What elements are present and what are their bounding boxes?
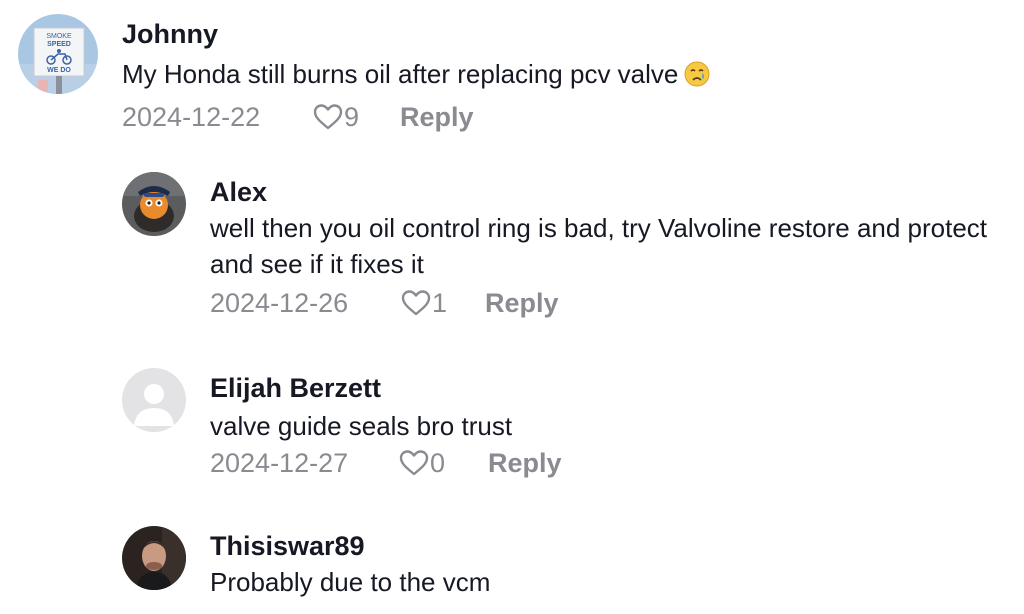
avatar[interactable] bbox=[122, 368, 186, 432]
user-photo-avatar-image bbox=[122, 526, 186, 590]
comment-author[interactable]: Thisiswar89 bbox=[210, 530, 490, 562]
comment-date: 2024-12-26 bbox=[210, 288, 349, 318]
sign-text-line2: SPEED bbox=[47, 41, 71, 48]
sign-text-line3: WE DO bbox=[47, 67, 71, 74]
comment-date: 2024-12-27 bbox=[210, 448, 349, 478]
comment-text: well then you oil control ring is bad, t… bbox=[210, 213, 988, 279]
sign-text-line1: SMOKE bbox=[46, 33, 72, 40]
default-user-avatar-icon bbox=[122, 368, 186, 432]
comment-meta: 2024-12-27 0 Reply bbox=[210, 446, 562, 480]
comment-body: Thisiswar89 Probably due to the vcm bbox=[210, 530, 490, 600]
smoke-speed-sign-avatar-image: SMOKE SPEED WE DO bbox=[18, 14, 98, 94]
comment-meta: 2024-12-26 1 Reply bbox=[210, 286, 1010, 320]
comment: Elijah Berzett valve guide seals bro tru… bbox=[122, 368, 562, 480]
comment: SMOKE SPEED WE DO Johnny My Honda still … bbox=[18, 14, 710, 134]
comment-text: My Honda still burns oil after replacing… bbox=[122, 59, 679, 89]
like-count: 0 bbox=[430, 448, 446, 478]
heart-icon bbox=[401, 290, 431, 316]
heart-icon bbox=[399, 450, 429, 476]
avatar[interactable]: SMOKE SPEED WE DO bbox=[18, 14, 98, 94]
comment-body: Elijah Berzett valve guide seals bro tru… bbox=[210, 372, 562, 480]
like-count: 1 bbox=[432, 288, 448, 318]
comment-author[interactable]: Johnny bbox=[122, 18, 710, 50]
comment-body: Johnny My Honda still burns oil after re… bbox=[122, 18, 710, 134]
heart-icon bbox=[313, 104, 343, 130]
like-count: 9 bbox=[344, 102, 360, 132]
comment-text: valve guide seals bro trust bbox=[210, 411, 513, 441]
comment-meta: 2024-12-22 9 Reply bbox=[122, 100, 710, 134]
avatar[interactable] bbox=[122, 526, 186, 590]
comment-body: Alex well then you oil control ring is b… bbox=[210, 176, 1010, 320]
comment-text-row: My Honda still burns oil after replacing… bbox=[122, 56, 710, 96]
like-button[interactable]: 1 bbox=[400, 286, 485, 320]
comment-text: Probably due to the vcm bbox=[210, 567, 491, 597]
like-button[interactable]: 9 bbox=[312, 100, 400, 134]
avatar[interactable] bbox=[122, 172, 186, 236]
comment: Alex well then you oil control ring is b… bbox=[122, 172, 1010, 320]
comment: Thisiswar89 Probably due to the vcm bbox=[122, 526, 490, 600]
like-button[interactable]: 0 bbox=[398, 446, 488, 480]
comment-author[interactable]: Elijah Berzett bbox=[210, 372, 562, 404]
reply-button[interactable]: Reply bbox=[400, 100, 474, 134]
reply-button[interactable]: Reply bbox=[488, 446, 562, 480]
reply-button[interactable]: Reply bbox=[485, 286, 559, 320]
crying-face-emoji-icon bbox=[684, 60, 710, 96]
orange-character-avatar-image bbox=[122, 172, 186, 236]
comment-date: 2024-12-22 bbox=[122, 102, 261, 132]
comment-author[interactable]: Alex bbox=[210, 176, 1010, 208]
